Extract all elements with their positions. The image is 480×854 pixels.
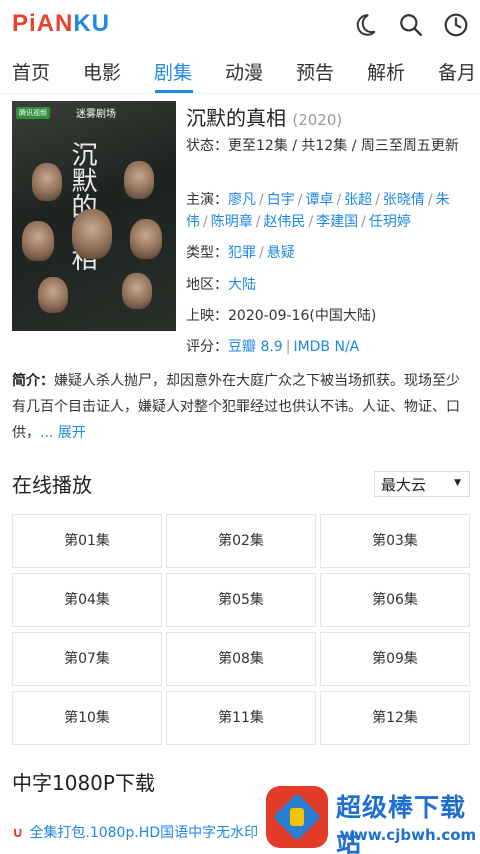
watermark-url: www.cjbwh.com	[340, 826, 477, 844]
nav-item-anime[interactable]: 动漫	[225, 58, 263, 85]
cast-row: 主演：廖凡 / 白宇 / 谭卓 / 张超 / 张晓倩 / 朱伟 / 陈明章 / 赵伟民 / 李建国 / 任玥婷	[186, 192, 450, 230]
synopsis-label: 简介：	[12, 373, 54, 389]
rating-row: 评分：豆瓣 8.9 | IMDB N/A	[186, 339, 360, 355]
cast-label: 主演：	[186, 192, 228, 208]
cast-link[interactable]: 白宇	[267, 192, 295, 208]
show-year: (2020)	[292, 111, 343, 129]
dropdown-arrow-icon: ▼	[454, 478, 461, 488]
active-tab-indicator	[155, 90, 193, 93]
episode-button[interactable]: 第06集	[320, 573, 470, 627]
download-item-label: 全集打包.1080p.HD国语中字无水印	[29, 825, 259, 841]
release-value: 2020-09-16(中国大陆)	[228, 308, 377, 324]
site-watermark: 超级棒下载站 www.cjbwh.com	[266, 780, 480, 854]
release-row: 上映：2020-09-16(中国大陆)	[186, 305, 376, 327]
history-clock-icon[interactable]	[443, 12, 469, 38]
episode-button[interactable]: 第08集	[166, 632, 316, 686]
poster-badge: 腾讯视频	[16, 107, 50, 119]
top-bar: PiANKU	[0, 0, 480, 50]
show-title: 沉默的真相 (2020)	[186, 102, 342, 131]
logo-text-pian: PiAN	[12, 10, 74, 37]
genre-link[interactable]: 悬疑	[267, 245, 295, 261]
cast-link[interactable]: 张超	[344, 192, 372, 208]
nav-item-series[interactable]: 剧集	[154, 58, 192, 85]
episode-button[interactable]: 第10集	[12, 691, 162, 745]
poster-brand: 迷雾剧场	[76, 109, 116, 120]
download-heading: 中字1080P下载	[12, 771, 155, 795]
poster-face	[72, 209, 112, 259]
genre-label: 类型：	[186, 245, 228, 261]
watermark-logo-icon	[266, 786, 328, 848]
poster-image[interactable]: 腾讯视频 迷雾剧场 沉默的真相	[12, 101, 176, 331]
expand-synopsis-link[interactable]: ... 展开	[40, 425, 86, 441]
category-nav: 首页 电影 剧集 动漫 预告 解析 备月	[0, 50, 480, 94]
region-row: 地区：大陆	[186, 274, 256, 296]
cast-link[interactable]: 陈明章	[211, 214, 253, 230]
cast-link[interactable]: 谭卓	[305, 192, 333, 208]
episode-button[interactable]: 第02集	[166, 514, 316, 568]
synopsis: 简介：嫌疑人杀人抛尸，却因意外在大庭广众之下被当场抓获。现场至少有几百个目击证人…	[12, 368, 468, 446]
nav-item-trailers[interactable]: 预告	[296, 58, 334, 85]
online-play-heading: 在线播放	[12, 473, 92, 497]
episode-button[interactable]: 第05集	[166, 573, 316, 627]
episode-button[interactable]: 第07集	[12, 632, 162, 686]
region-link[interactable]: 大陆	[228, 277, 256, 293]
episode-button[interactable]: 第04集	[12, 573, 162, 627]
region-label: 地区：	[186, 277, 228, 293]
nav-item-analysis[interactable]: 解析	[367, 58, 405, 85]
status-row: 状态：更至12集 / 共12集 / 周三至周五更新	[186, 135, 470, 157]
genre-link[interactable]: 犯罪	[228, 245, 256, 261]
cast-link[interactable]: 李建国	[316, 214, 358, 230]
poster-face	[22, 221, 54, 261]
poster-face	[130, 219, 162, 259]
episode-button[interactable]: 第01集	[12, 514, 162, 568]
poster-face	[124, 161, 154, 199]
status-label: 状态：	[186, 138, 228, 154]
cast-link[interactable]: 任玥婷	[369, 214, 411, 230]
nav-item-more[interactable]: 备月	[438, 58, 476, 85]
cast-link[interactable]: 张晓倩	[383, 192, 425, 208]
watermark-text: 超级棒下载站	[336, 793, 467, 854]
show-title-text: 沉默的真相	[186, 106, 286, 130]
imdb-rating-link[interactable]: IMDB N/A	[293, 339, 359, 355]
nav-item-home[interactable]: 首页	[12, 58, 50, 85]
cast-link[interactable]: 廖凡	[228, 192, 256, 208]
source-select[interactable]: 最大云 ▼	[374, 471, 470, 497]
rating-label: 评分：	[186, 339, 228, 355]
poster-face	[38, 277, 68, 313]
genre-row: 类型：犯罪 / 悬疑	[186, 245, 295, 261]
douban-rating-link[interactable]: 豆瓣 8.9	[228, 339, 283, 355]
episode-button[interactable]: 第11集	[166, 691, 316, 745]
episode-button[interactable]: 第03集	[320, 514, 470, 568]
nav-item-movies[interactable]: 电影	[83, 58, 121, 85]
search-icon[interactable]	[398, 12, 424, 38]
site-logo[interactable]: PiANKU	[12, 10, 110, 38]
cast-link[interactable]: 赵伟民	[263, 214, 305, 230]
poster-face	[122, 273, 152, 309]
magnet-icon: ∪	[12, 825, 24, 841]
status-value: 更至12集 / 共12集 / 周三至周五更新	[228, 138, 459, 154]
episode-button[interactable]: 第12集	[320, 691, 470, 745]
poster-face	[32, 163, 62, 201]
logo-text-ku: KU	[73, 10, 111, 37]
episode-button[interactable]: 第09集	[320, 632, 470, 686]
release-label: 上映：	[186, 308, 228, 324]
moon-icon[interactable]	[352, 12, 378, 38]
source-select-value: 最大云	[381, 476, 427, 494]
